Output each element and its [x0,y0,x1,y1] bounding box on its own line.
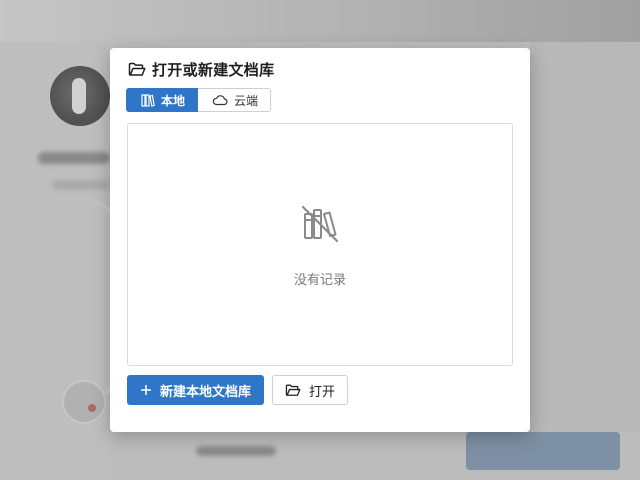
library-icon [141,93,155,107]
folder-open-icon [128,61,146,77]
tab-cloud[interactable]: 云端 [198,88,272,112]
empty-state-text: 没有记录 [293,273,346,288]
library-off-icon [300,204,340,244]
open-library-button[interactable]: 打开 [272,375,349,405]
folder-open-icon [285,383,301,397]
open-library-dialog: 打开或新建文档库 本地 云端 没有记录 新建本地文档库 打开 [110,48,530,432]
create-local-library-button[interactable]: 新建本地文档库 [127,375,265,405]
dialog-header: 打开或新建文档库 [128,58,274,80]
tab-local[interactable]: 本地 [126,88,199,112]
dialog-actions: 新建本地文档库 打开 [127,375,349,405]
recent-libraries-list: 没有记录 [127,123,513,366]
dialog-title: 打开或新建文档库 [152,60,275,79]
plus-icon [140,384,152,396]
open-library-label: 打开 [309,384,336,400]
tab-cloud-label: 云端 [234,93,259,108]
create-local-library-label: 新建本地文档库 [160,384,252,400]
cloud-icon [212,94,228,106]
tab-local-label: 本地 [161,93,186,108]
source-tabs: 本地 云端 [126,88,272,112]
